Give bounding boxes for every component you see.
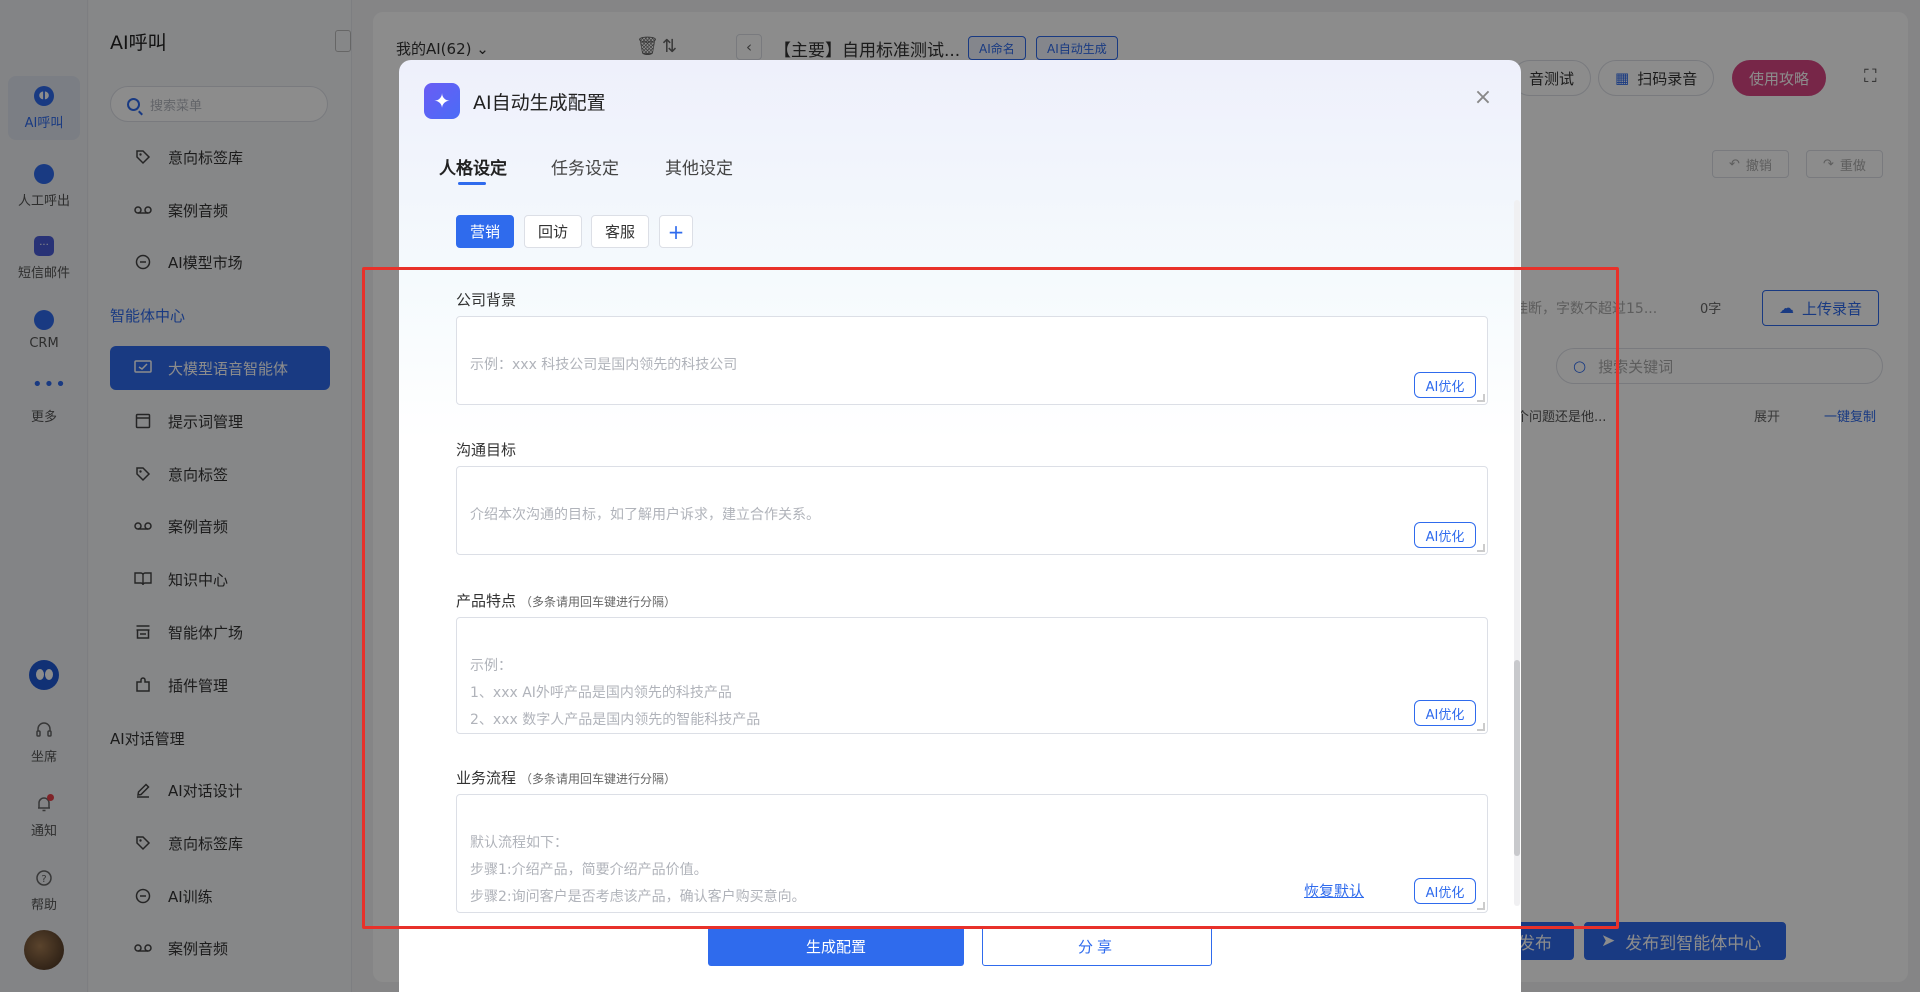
company-ai-optimize-button[interactable]: AI优化 — [1414, 372, 1476, 398]
active-tab-indicator — [458, 182, 486, 185]
ai-auto-config-modal: ✦ AI自动生成配置 × 人格设定 任务设定 其他设定 营销 回访 客服 + 公… — [399, 60, 1521, 992]
resize-handle[interactable] — [1477, 902, 1485, 910]
add-type-button[interactable]: + — [659, 215, 693, 248]
business-process-label: 业务流程 （多条请用回车键进行分隔） — [456, 769, 677, 787]
product-features-label: 产品特点 （多条请用回车键进行分隔） — [456, 592, 677, 610]
company-background-label: 公司背景 — [456, 291, 517, 309]
communication-goal-label: 沟通目标 — [456, 441, 517, 459]
communication-goal-input[interactable]: 介绍本次沟通的目标，如了解用户诉求，建立合作关系。 — [456, 466, 1488, 555]
modal-scrollbar[interactable] — [1514, 200, 1520, 906]
resize-handle[interactable] — [1477, 544, 1485, 552]
sparkle-icon: ✦ — [424, 83, 460, 119]
scrollbar-thumb[interactable] — [1514, 660, 1520, 856]
product-features-input[interactable]: 示例： 1、xxx AI外呼产品是国内领先的科技产品 2、xxx 数字人产品是国… — [456, 617, 1488, 734]
type-marketing-button[interactable]: 营销 — [456, 215, 514, 248]
product-ai-optimize-button[interactable]: AI优化 — [1414, 700, 1476, 726]
restore-default-link[interactable]: 恢复默认 — [1304, 880, 1364, 901]
process-ai-optimize-button[interactable]: AI优化 — [1414, 878, 1476, 904]
type-revisit-button[interactable]: 回访 — [524, 215, 582, 248]
tab-other[interactable]: 其他设定 — [665, 154, 733, 179]
close-icon[interactable]: × — [1471, 86, 1495, 110]
type-service-button[interactable]: 客服 — [591, 215, 649, 248]
goal-ai-optimize-button[interactable]: AI优化 — [1414, 522, 1476, 548]
modal-title: AI自动生成配置 — [473, 92, 606, 114]
tab-task[interactable]: 任务设定 — [551, 154, 619, 179]
company-background-input[interactable]: 示例：xxx 科技公司是国内领先的科技公司 — [456, 316, 1488, 405]
tab-persona[interactable]: 人格设定 — [439, 154, 507, 179]
share-button[interactable]: 分享 — [982, 926, 1212, 966]
resize-handle[interactable] — [1477, 723, 1485, 731]
generate-config-button[interactable]: 生成配置 — [708, 926, 964, 966]
resize-handle[interactable] — [1477, 394, 1485, 402]
